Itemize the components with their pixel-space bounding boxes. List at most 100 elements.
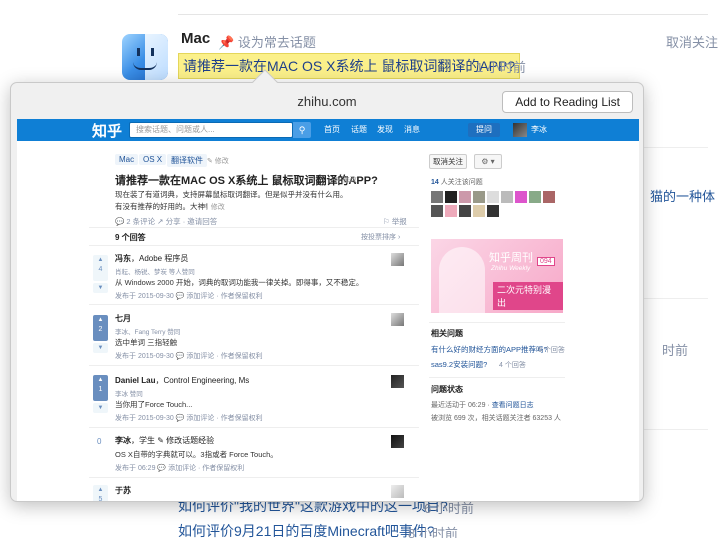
- related-question-link[interactable]: sas9.2安装问题?: [431, 359, 487, 370]
- avatar[interactable]: [513, 123, 527, 137]
- topic-tag[interactable]: Mac: [115, 154, 139, 165]
- follower-avatar[interactable]: [515, 191, 527, 203]
- unfollow-topic-button[interactable]: 取消关注: [666, 32, 718, 51]
- follower-avatar[interactable]: [543, 191, 555, 203]
- divider: [89, 304, 419, 305]
- answer-author[interactable]: 冯东，Adobe 程序员: [115, 253, 188, 264]
- nav-explore[interactable]: 发现: [377, 124, 393, 135]
- answer-voters[interactable]: 肖耘、杨锐、梦炭 等人赞同: [115, 266, 195, 276]
- up-arrow-icon: ▲: [97, 487, 104, 493]
- highlighted-question-link[interactable]: 请推荐一款在MAC OS X系统上 鼠标取词翻译的APP?: [178, 53, 521, 79]
- nav-home[interactable]: 首页: [324, 124, 340, 135]
- topic-name[interactable]: Mac: [181, 30, 210, 47]
- question-time: 1 小时前: [476, 60, 526, 75]
- answer-body: 当你用了Force Touch...: [115, 400, 193, 409]
- downvote-button[interactable]: ▼: [93, 403, 108, 413]
- add-to-reading-list-button[interactable]: Add to Reading List: [502, 91, 633, 113]
- answer-body: 选中单词 三指轻触: [115, 338, 178, 347]
- banner-illustration: [439, 247, 485, 313]
- feed-fragment-time: 时前: [662, 343, 689, 358]
- answer-author[interactable]: 于苏: [115, 485, 131, 496]
- feed-question-time: 8 小时前: [408, 526, 458, 538]
- view-log-link[interactable]: 查看问题日志: [492, 402, 534, 409]
- nav-topics[interactable]: 话题: [351, 124, 367, 135]
- sort-dropdown[interactable]: 按投票排序 ›: [361, 232, 400, 242]
- answer-author[interactable]: Daniel Lau，Control Engineering, Ms: [115, 375, 249, 386]
- search-input[interactable]: 搜索话题、问题或人...: [129, 122, 293, 138]
- answer-footer[interactable]: 发布于 2015-09-30 💬 添加评论 · 作者保留权利: [115, 413, 263, 423]
- author-avatar[interactable]: [391, 313, 404, 326]
- follower-avatar[interactable]: [473, 205, 485, 217]
- follower-avatar[interactable]: [459, 205, 471, 217]
- upvote-button[interactable]: ▲ 5: [93, 485, 108, 501]
- downvote-button[interactable]: ▼: [93, 343, 108, 353]
- author-avatar[interactable]: [391, 485, 404, 498]
- topic-tag[interactable]: 翻译软件: [167, 154, 207, 167]
- divider: [89, 477, 419, 478]
- edit-tags-link[interactable]: ✎ 修改: [207, 156, 229, 166]
- divider: [89, 245, 419, 246]
- answer-author[interactable]: 李冰，学生 ✎ 修改话题经验: [115, 435, 214, 446]
- question-description: 有没有推荐的好用的。大神！: [115, 202, 213, 211]
- edit-description-link[interactable]: ✎ 修改: [203, 202, 225, 212]
- author-avatar[interactable]: [391, 375, 404, 388]
- divider: [429, 377, 565, 378]
- zhihu-logo[interactable]: 知乎: [92, 120, 122, 141]
- follower-avatar[interactable]: [473, 191, 485, 203]
- divider: [178, 14, 708, 15]
- feed-question-link[interactable]: 如何评价9月21日的百度Minecraft吧事件?: [178, 521, 435, 538]
- ask-button[interactable]: 提问: [468, 123, 500, 137]
- followers-summary[interactable]: 14 人关注该问题: [431, 177, 483, 187]
- answer-voters[interactable]: 李冰、Fang Terry 赞同: [115, 326, 180, 336]
- banner-slogan: 二次元特别漫出: [493, 282, 563, 310]
- related-answer-count: 4 个回答: [499, 362, 526, 369]
- downvote-button[interactable]: ▼: [93, 283, 108, 293]
- divider: [89, 427, 419, 428]
- follower-avatar[interactable]: [501, 191, 513, 203]
- report-link[interactable]: ⚐ 举报: [383, 216, 407, 227]
- follower-avatar[interactable]: [459, 191, 471, 203]
- banner-subtitle: Zhihu Weekly: [491, 265, 531, 272]
- nav-messages[interactable]: 消息: [404, 124, 420, 135]
- search-icon[interactable]: ⚲: [293, 122, 311, 138]
- follower-avatar[interactable]: [487, 191, 499, 203]
- user-name[interactable]: 李冰: [531, 124, 547, 135]
- author-avatar[interactable]: [391, 253, 404, 266]
- author-avatar[interactable]: [391, 435, 404, 448]
- related-answer-count: 6 个回答: [538, 347, 565, 354]
- gear-icon[interactable]: ⚙ ▾: [474, 154, 502, 169]
- answer-author[interactable]: 七月: [115, 313, 131, 324]
- answer-voters[interactable]: 李冰 赞同: [115, 388, 143, 398]
- unfollow-question-button[interactable]: 取消关注: [429, 154, 467, 169]
- answer-count: 9 个回答: [115, 233, 146, 242]
- upvote-button[interactable]: ▲ 2: [93, 315, 108, 341]
- question-description: 现在装了有道词典，支持屏幕鼠标取词翻译。但是似乎并没有什么用。: [115, 190, 348, 199]
- feed-fragment-text[interactable]: 猫的一种体: [650, 186, 715, 205]
- upvote-button[interactable]: ▲ 4: [93, 255, 108, 281]
- question-actions[interactable]: 💬 2 条评论 ↗ 分享 · 邀请回答: [115, 216, 217, 227]
- preview-webview: 知乎 搜索话题、问题或人... ⚲ 首页 话题 发现 消息 提问 李冰 Mac …: [17, 119, 639, 501]
- edit-question-link[interactable]: ✎ 修改: [335, 175, 357, 185]
- up-arrow-icon: ▲: [97, 377, 104, 383]
- follower-avatar[interactable]: [487, 205, 499, 217]
- link-preview-popover: zhihu.com Add to Reading List 知乎 搜索话题、问题…: [10, 82, 644, 502]
- vote-count[interactable]: 0: [97, 437, 101, 446]
- set-common-topic-link[interactable]: 📌 设为常去话题: [218, 32, 316, 51]
- answer-body: OS X自带的字典就可以。3指或者 Force Touch。: [115, 450, 278, 459]
- answer-footer[interactable]: 发布于 2015-09-30 💬 添加评论 · 作者保留权利: [115, 291, 263, 301]
- upvote-button[interactable]: ▲ 1: [93, 375, 108, 401]
- screen: Mac 📌 设为常去话题 取消关注 请推荐一款在MAC OS X系统上 鼠标取词…: [0, 0, 720, 538]
- follower-avatar[interactable]: [529, 191, 541, 203]
- finder-icon[interactable]: [122, 34, 168, 80]
- follower-avatar[interactable]: [445, 191, 457, 203]
- related-question-link[interactable]: 有什么好的财经方面的APP推荐吗?: [431, 344, 548, 355]
- follower-avatar[interactable]: [431, 191, 443, 203]
- status-views: 被浏览 699 次，相关话题关注者 63253 人: [431, 415, 561, 422]
- answer-footer[interactable]: 发布于 06:29 💬 添加评论 · 作者保留权利: [115, 463, 244, 473]
- related-questions-heading: 相关问题: [431, 329, 463, 338]
- answer-footer[interactable]: 发布于 2015-09-30 💬 添加评论 · 作者保留权利: [115, 351, 263, 361]
- zhihu-weekly-banner[interactable]: 知乎周刊 Zhihu Weekly 094 二次元特别漫出: [431, 239, 563, 313]
- follower-avatar[interactable]: [431, 205, 443, 217]
- topic-tag[interactable]: OS X: [139, 154, 167, 165]
- follower-avatar[interactable]: [445, 205, 457, 217]
